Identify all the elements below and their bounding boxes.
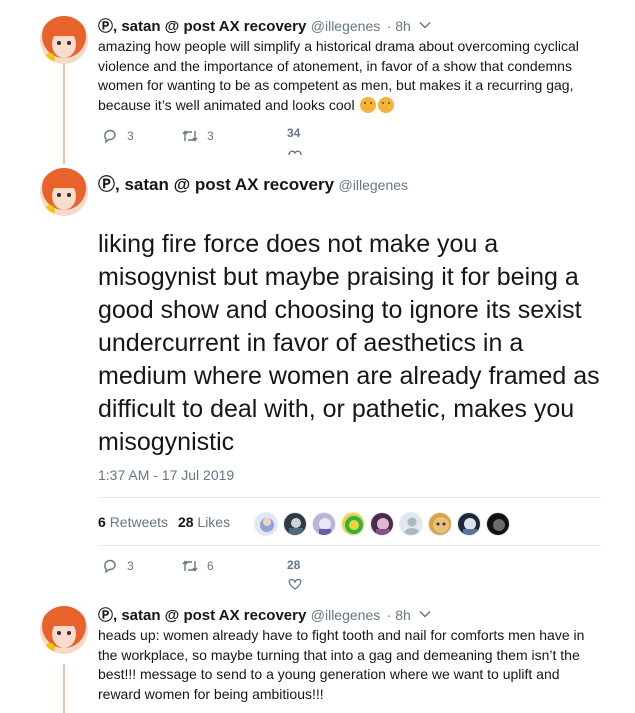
retweet-button[interactable]: 3 (181, 128, 214, 144)
tweet-time[interactable]: · 8h (387, 18, 411, 34)
likes-count: 28 (177, 514, 194, 530)
tweet2-header: Ⓟ, satan @ post AX recovery @illegenes (98, 170, 408, 195)
thread-connector (63, 64, 65, 164)
liker-avatar[interactable] (428, 512, 452, 536)
retweet-button[interactable]: 6 (181, 558, 214, 574)
heart-icon (288, 578, 302, 590)
liker-avatar[interactable] (486, 512, 510, 536)
avatar[interactable] (40, 606, 88, 654)
handle[interactable]: @illegenes (339, 177, 408, 193)
liker-avatar[interactable] (312, 512, 336, 536)
chevron-down-icon[interactable] (419, 608, 431, 620)
display-name[interactable]: Ⓟ, satan @ post AX recovery (98, 18, 306, 35)
retweet-count: 6 (207, 559, 214, 573)
tweet-text: heads up: women already have to fight to… (98, 627, 585, 702)
handle[interactable]: @illegenes (311, 18, 380, 34)
like-button[interactable]: 34 (287, 126, 303, 156)
heart-icon (288, 150, 302, 156)
tweet-text: liking fire force does not make you a mi… (98, 230, 600, 456)
like-button[interactable]: 28 (287, 558, 303, 590)
divider (98, 545, 601, 546)
tweet3-body: heads up: women already have to fight to… (98, 626, 603, 704)
reply-count: 3 (127, 129, 134, 143)
liker-avatar[interactable] (399, 512, 423, 536)
tweet-text: amazing how people will simplify a histo… (98, 38, 579, 113)
retweets-stat[interactable]: 6 Retweets (98, 514, 168, 530)
thinking-emoji-icon (360, 96, 377, 113)
divider (98, 497, 601, 498)
tweet-stats: 6 Retweets 28 Likes (98, 514, 230, 530)
display-name[interactable]: Ⓟ, satan @ post AX recovery (98, 175, 334, 194)
reply-count: 3 (127, 559, 134, 573)
thread-connector (63, 664, 65, 713)
avatar[interactable] (40, 168, 88, 216)
retweet-count: 3 (207, 129, 214, 143)
chevron-down-icon[interactable] (419, 19, 431, 31)
like-count: 34 (287, 126, 301, 140)
tweet2-body: liking fire force does not make you a mi… (98, 228, 608, 459)
like-count: 28 (287, 558, 301, 572)
thinking-emoji-icon (378, 96, 395, 113)
tweet-timestamp[interactable]: 1:37 AM - 17 Jul 2019 (98, 467, 234, 483)
reply-icon (104, 559, 116, 574)
retweet-icon (182, 130, 198, 142)
reply-button[interactable]: 3 (102, 128, 134, 144)
reply-button[interactable]: 3 (102, 558, 134, 574)
retweet-icon (182, 560, 198, 572)
liker-avatar[interactable] (283, 512, 307, 536)
likes-label: Likes (197, 514, 231, 530)
liker-avatar[interactable] (341, 512, 365, 536)
avatar[interactable] (40, 16, 88, 64)
liker-avatar[interactable] (457, 512, 481, 536)
display-name[interactable]: Ⓟ, satan @ post AX recovery (98, 607, 306, 624)
retweets-count: 6 (98, 514, 106, 530)
tweet3-header: Ⓟ, satan @ post AX recovery @illegenes ·… (98, 604, 411, 625)
tweet1-header: Ⓟ, satan @ post AX recovery @illegenes ·… (98, 15, 411, 36)
tweet-time[interactable]: · 8h (387, 607, 411, 623)
tweet1-body: amazing how people will simplify a histo… (98, 37, 603, 115)
reply-icon (104, 129, 116, 144)
likes-stat[interactable]: 28 Likes (178, 514, 230, 530)
handle[interactable]: @illegenes (311, 607, 380, 623)
liker-avatar[interactable] (370, 512, 394, 536)
retweets-label: Retweets (109, 514, 169, 530)
liker-avatar[interactable] (254, 512, 278, 536)
